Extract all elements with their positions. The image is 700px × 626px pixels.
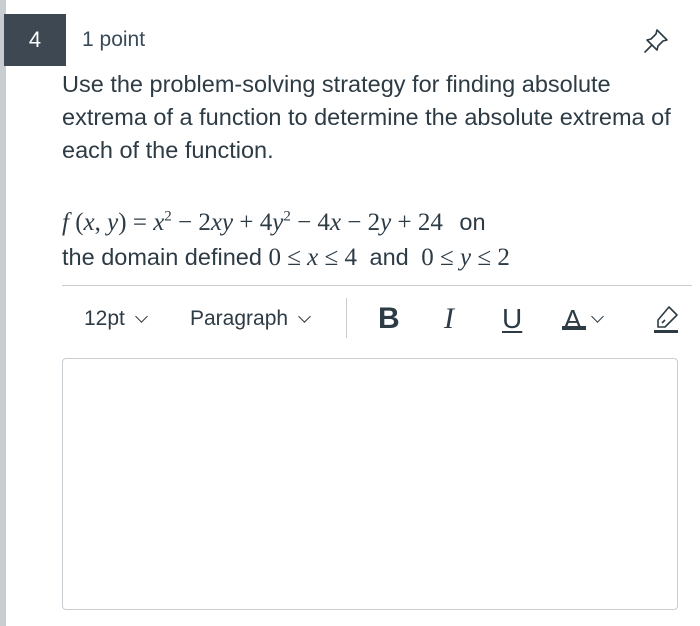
formula-line-1: f (x, y) = x2 − 2xy + 4y2 − 4x − 2y + 24… bbox=[62, 200, 682, 240]
domain-y: 0 ≤ y ≤ 2 bbox=[421, 244, 510, 272]
function-expression: f (x, y) = x2 − 2xy + 4y2 − 4x − 2y + 24 bbox=[62, 209, 443, 237]
chevron-down-icon bbox=[135, 309, 148, 323]
font-size-select[interactable]: 12pt bbox=[84, 296, 148, 342]
block-format-select[interactable]: Paragraph bbox=[190, 296, 311, 342]
domain-x: 0 ≤ x ≤ 4 bbox=[268, 244, 358, 272]
highlighter-icon[interactable] bbox=[652, 304, 680, 334]
block-format-value: Paragraph bbox=[190, 307, 289, 330]
toolbar-separator bbox=[346, 298, 347, 338]
editor-toolbar: 12pt Paragraph B I U A bbox=[62, 296, 692, 342]
formula-block: f (x, y) = x2 − 2xy + 4y2 − 4x − 2y + 24… bbox=[62, 200, 682, 275]
chevron-down-icon bbox=[298, 309, 311, 323]
domain-lead-text: the domain defined bbox=[62, 244, 262, 271]
formula-line-2: the domain defined 0 ≤ x ≤ 4 and 0 ≤ y ≤… bbox=[62, 240, 682, 275]
font-size-value: 12pt bbox=[84, 307, 125, 330]
underline-button[interactable]: U bbox=[502, 296, 522, 342]
domain-and-text: and bbox=[369, 244, 409, 271]
question-number: 4 bbox=[4, 14, 66, 66]
chevron-down-icon bbox=[591, 309, 605, 323]
text-color-icon: A bbox=[562, 304, 586, 335]
left-rail bbox=[0, 0, 6, 626]
bold-button[interactable]: B bbox=[378, 296, 400, 342]
question-prompt: Use the problem-solving strategy for fin… bbox=[62, 71, 671, 163]
text-color-button[interactable]: A bbox=[562, 296, 605, 342]
answer-editor[interactable] bbox=[62, 358, 678, 610]
formula-on-text: on bbox=[459, 209, 486, 236]
toolbar-divider bbox=[62, 285, 692, 286]
question-points: 1 point bbox=[82, 28, 146, 51]
italic-button[interactable]: I bbox=[444, 296, 454, 342]
pin-icon[interactable] bbox=[641, 26, 671, 56]
